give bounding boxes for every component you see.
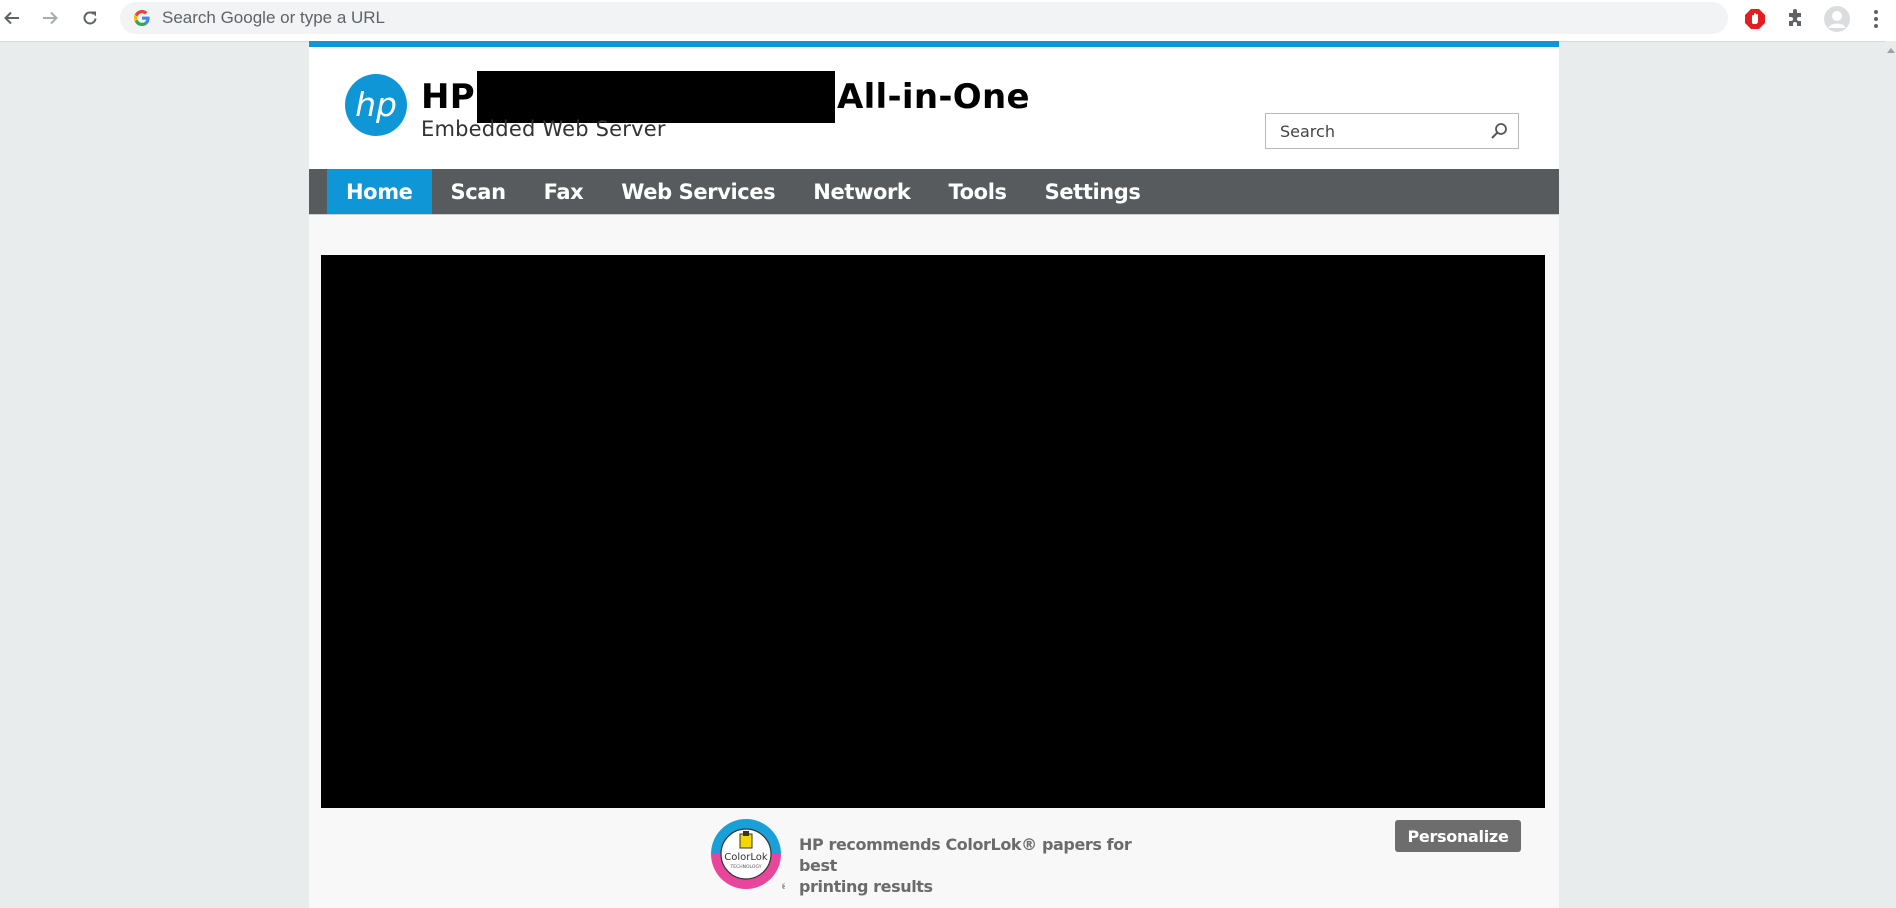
title-suffix: All-in-One — [836, 77, 1030, 117]
tab-home[interactable]: Home — [327, 169, 432, 214]
page-title: HP All-in-One — [421, 71, 1030, 123]
forward-icon[interactable] — [38, 6, 62, 30]
title-block: HP All-in-One Embedded Web Server — [421, 71, 1030, 141]
colorlok-logo-subtext: TECHNOLOGY — [730, 864, 762, 870]
tab-web-services[interactable]: Web Services — [602, 169, 794, 214]
redacted-content — [321, 255, 1545, 808]
back-icon[interactable] — [0, 6, 24, 30]
main-nav: Home Scan Fax Web Services Network Tools… — [309, 169, 1559, 215]
colorlok-logo[interactable]: ColorLok TECHNOLOGY ® — [709, 817, 785, 893]
colorlok-message: HP recommends ColorLok® papers for best … — [799, 834, 1139, 897]
browser-toolbar — [0, 0, 1896, 42]
tab-settings[interactable]: Settings — [1026, 169, 1160, 214]
tab-tools[interactable]: Tools — [930, 169, 1026, 214]
omnibox[interactable] — [120, 2, 1728, 34]
hp-logo[interactable]: hp — [345, 74, 407, 136]
ews-page: hp HP All-in-One Embedded Web Server Hom… — [309, 41, 1559, 908]
profile-icon[interactable] — [1824, 6, 1850, 32]
tab-fax[interactable]: Fax — [525, 169, 603, 214]
svg-text:hp: hp — [355, 85, 397, 124]
redacted-model — [476, 71, 835, 123]
search-input[interactable] — [1278, 120, 1492, 142]
menu-icon[interactable] — [1863, 6, 1889, 32]
title-prefix: HP — [421, 77, 475, 117]
colorlok-line-1: HP recommends ColorLok® papers for best — [799, 835, 1132, 875]
search-icon[interactable] — [1490, 122, 1508, 140]
scroll-up-icon[interactable] — [1887, 46, 1895, 54]
personalize-button[interactable]: Personalize — [1395, 820, 1521, 852]
colorlok-logo-text: ColorLok — [724, 852, 768, 863]
page-header: hp HP All-in-One Embedded Web Server — [309, 47, 1559, 169]
extensions-icon[interactable] — [1783, 6, 1809, 32]
scrollbar[interactable] — [1885, 41, 1896, 908]
tab-scan[interactable]: Scan — [432, 169, 525, 214]
colorlok-line-2: printing results — [799, 877, 933, 896]
adblock-icon[interactable] — [1742, 6, 1768, 32]
google-icon — [134, 10, 150, 26]
search-box[interactable] — [1265, 113, 1519, 149]
tab-network[interactable]: Network — [794, 169, 929, 214]
reload-icon[interactable] — [78, 6, 102, 30]
omnibox-input[interactable] — [160, 7, 1664, 29]
svg-text:®: ® — [781, 883, 785, 891]
